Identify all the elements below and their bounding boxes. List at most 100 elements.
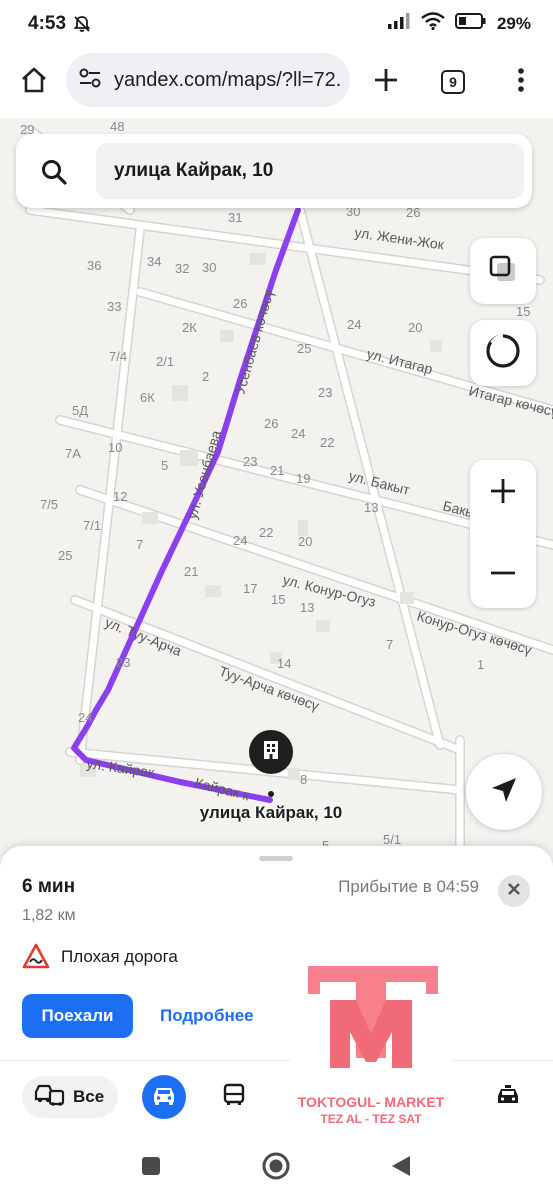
house-number: 23 [318,385,332,400]
my-location-button[interactable] [466,754,542,830]
all-transport-icon [33,1083,65,1112]
house-number: 25 [58,548,72,563]
house-number: 7 [136,537,143,552]
route-distance: 1,82 км [22,907,76,924]
street-label: Кайрак к [193,774,252,803]
screen: 4:53 29% yandex.com/maps/?ll=72. 9 ул. Ж… [0,0,553,1200]
location-arrow-icon [489,775,519,810]
url-text: yandex.com/maps/?ll=72. [114,68,342,91]
house-number: 20 [408,320,422,335]
house-number: 5 [161,458,168,473]
house-number: 19 [296,471,310,486]
house-number: 36 [87,258,101,273]
destination-pin[interactable] [249,730,293,774]
zoom-controls [470,460,536,608]
battery-icon [454,12,487,36]
search-icon[interactable] [32,150,76,194]
compass-icon [483,331,523,376]
house-number: 2К [182,320,197,335]
house-number: 24 [347,317,361,332]
house-number: 32 [175,261,189,276]
house-number: 7/1 [83,518,101,533]
street-label: ул. Итагар [365,345,434,377]
mode-all-label: Все [73,1087,105,1106]
street-label: ул. Усенбаева [184,428,225,521]
menu-icon [517,67,525,98]
bus-icon [222,1083,246,1112]
house-number: 5/1 [383,832,401,847]
search-bar[interactable]: улица Кайрак, 10 [16,134,532,208]
back-button[interactable] [383,1150,419,1186]
mode-all-button[interactable]: Все [22,1076,118,1118]
watermark-emblem [308,966,438,1068]
house-number: 25 [297,341,311,356]
close-icon [507,882,521,901]
route-duration: 6 мин [22,876,76,897]
address-bar[interactable]: yandex.com/maps/?ll=72. [66,53,350,107]
house-number: 12 [113,489,127,504]
house-number: 10 [108,440,122,455]
start-navigation-button[interactable]: Поехали [22,994,133,1038]
close-route-button[interactable] [498,875,530,907]
house-number: 31 [228,210,242,225]
menu-button[interactable] [503,62,539,102]
house-number: 23 [116,655,130,670]
system-nav-bar [0,1136,553,1200]
house-number: 7/5 [40,497,58,512]
zoom-out-button[interactable] [470,542,536,608]
compass-button[interactable] [470,320,536,386]
tab-count: 9 [449,74,457,90]
house-number: 23 [243,454,257,469]
recents-icon [140,1155,162,1182]
home-nav-button[interactable] [258,1150,294,1186]
route-details-button[interactable]: Подробнее [160,1006,256,1026]
house-number: 30 [202,260,216,275]
home-icon [20,66,48,99]
house-number: 15 [516,304,530,319]
house-number: 20 [298,534,312,549]
site-settings-icon[interactable] [78,67,102,94]
new-tab-icon [373,67,399,98]
search-input[interactable]: улица Кайрак, 10 [96,143,524,199]
house-number: 13 [300,600,314,615]
house-number: 1 [477,657,484,672]
arrival-time: Прибытие в 04:59 [338,877,479,896]
tabs-button[interactable]: 9 [434,64,472,100]
new-tab-button[interactable] [366,62,406,102]
zoom-in-icon [489,477,517,510]
watermark-logo: TOKTOGUL- MARKET TEZ AL - TEZ SAT [290,958,452,1134]
destination-point [268,791,274,797]
zoom-in-button[interactable] [470,460,536,526]
home-button[interactable] [14,62,54,102]
house-number: 21 [270,463,284,478]
recents-button[interactable] [133,1150,169,1186]
house-number: 6К [140,390,155,405]
building-icon [261,739,281,766]
mode-car-button[interactable] [142,1075,186,1119]
watermark-line-2: TEZ AL - TEZ SAT [320,1112,422,1126]
taxi-icon [495,1083,521,1112]
house-number: 2/1 [156,354,174,369]
house-number: 33 [107,299,121,314]
house-number: 34 [147,254,161,269]
house-number: 24 [78,710,92,725]
house-number: 24 [291,426,305,441]
watermark-line-1: TOKTOGUL- MARKET [297,1094,445,1110]
sheet-handle[interactable] [259,856,293,861]
house-number: 22 [259,525,273,540]
back-icon [390,1154,412,1183]
mode-taxi-button[interactable] [486,1075,530,1119]
layers-button[interactable] [470,238,536,304]
bad-road-warning-icon [22,943,50,969]
battery-percent: 29% [496,14,531,33]
house-number: 14 [277,656,291,671]
house-number: 48 [110,119,124,134]
signal-icon [387,12,411,36]
house-number: 5Д [72,403,88,418]
house-number: 24 [233,533,247,548]
house-number: 26 [264,416,278,431]
mode-bus-button[interactable] [212,1075,256,1119]
house-number: 22 [320,435,334,450]
watermark-text: TOKTOGUL- MARKET TEZ AL - TEZ SAT [290,1094,452,1128]
transport-modes: Все [0,1060,553,1134]
